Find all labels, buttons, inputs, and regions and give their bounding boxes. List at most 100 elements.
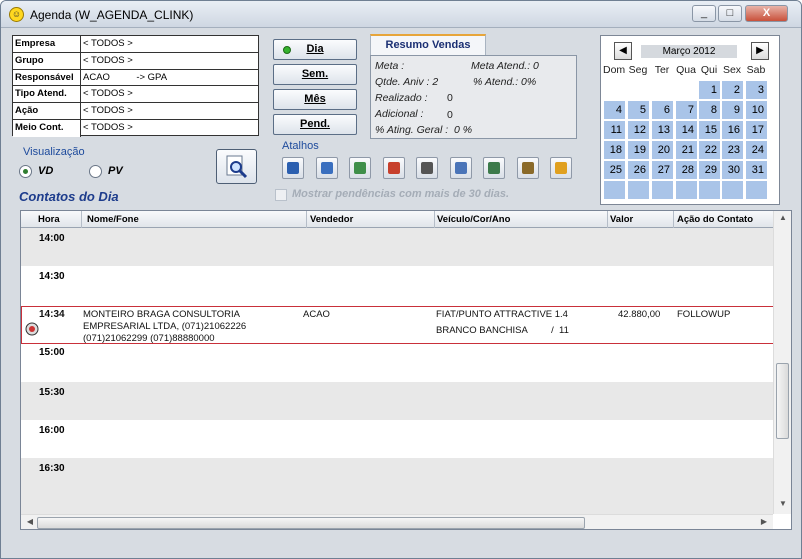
calendar-day[interactable] [604,81,625,99]
vd-radio[interactable] [19,165,32,178]
filter-value[interactable]: < TODOS > [81,103,258,119]
calendar-day[interactable]: 14 [676,121,697,139]
calendar-day[interactable] [676,81,697,99]
col-veiculo[interactable]: Veículo/Cor/Ano [437,214,510,225]
search-button[interactable] [216,149,257,184]
scroll-left-arrow-icon[interactable]: ◀ [24,517,36,529]
calendar-day[interactable]: 11 [604,121,625,139]
title-bar[interactable]: ☺ Agenda (W_AGENDA_CLINK) _ □ X [1,1,801,28]
calendar-day[interactable]: 7 [676,101,697,119]
calendar-day[interactable]: 19 [628,141,649,159]
calendar-day[interactable]: 30 [722,161,743,179]
resumo-vendas-tab[interactable]: Resumo Vendas [370,34,486,55]
calendar-day[interactable]: 2 [722,81,743,99]
shortcut-person-button[interactable] [315,157,338,179]
calendar-day[interactable]: 20 [652,141,673,159]
scroll-right-arrow-icon[interactable]: ▶ [758,517,770,529]
calendar-day[interactable]: 23 [722,141,743,159]
shortcut-calculator-button[interactable] [483,157,505,179]
horizontal-scroll-thumb[interactable] [37,517,585,529]
calendar-day[interactable]: 6 [652,101,673,119]
calendar-day[interactable] [628,181,649,199]
filter-row-empresa[interactable]: Empresa < TODOS > [13,36,258,53]
filter-row-grupo[interactable]: Grupo < TODOS > [13,52,258,70]
calendar-day[interactable]: 22 [699,141,720,159]
close-button[interactable]: X [745,5,788,22]
col-vendedor[interactable]: Vendedor [310,214,353,225]
pending-view-button[interactable]: Pend. [273,114,357,135]
filter-value[interactable]: < TODOS > [81,53,258,69]
calendar-day[interactable]: 17 [746,121,767,139]
shortcut-car-button[interactable] [282,157,304,179]
calendar-day[interactable]: 15 [699,121,720,139]
col-hora[interactable]: Hora [38,214,60,225]
time-slot-row[interactable]: 15:30 [21,382,773,420]
shortcut-coins-button[interactable] [550,157,572,179]
calendar-day[interactable]: 24 [746,141,767,159]
calendar-day[interactable] [652,181,673,199]
filter-row-acao[interactable]: Ação < TODOS > [13,103,258,120]
maximize-button[interactable]: □ [718,5,742,22]
filter-row-tipo-atend[interactable]: Tipo Atend. < TODOS > [13,86,258,104]
scroll-down-arrow-icon[interactable]: ▼ [777,499,789,511]
calendar-day[interactable] [604,181,625,199]
col-separator [673,211,674,228]
filter-value[interactable]: ACAO -> GPA [81,70,258,86]
calendar-day[interactable]: 3 [746,81,767,99]
shortcut-gear-button[interactable] [516,157,539,179]
col-acao[interactable]: Ação do Contato [677,214,753,225]
calendar-day[interactable]: 4 [604,101,625,119]
calendar-day[interactable]: 27 [652,161,673,179]
filter-value[interactable]: < TODOS > [81,120,258,137]
shortcut-card-button[interactable] [382,157,405,179]
time-slot-row[interactable]: 14:30 [21,266,773,306]
calendar-day[interactable]: 16 [722,121,743,139]
time-slot-row[interactable]: 16:00 [21,420,773,458]
month-view-button[interactable]: Mês [273,89,357,110]
scroll-up-arrow-icon[interactable]: ▲ [777,213,789,225]
calendar-day[interactable]: 31 [746,161,767,179]
calendar-day[interactable] [746,181,767,199]
time-slot-row[interactable]: 14:00 [21,228,773,266]
pv-radio[interactable] [89,165,102,178]
calendar-day[interactable] [699,181,720,199]
shortcut-printer-button[interactable] [349,157,371,179]
calendar-day[interactable]: 9 [722,101,743,119]
col-nome-fone[interactable]: Nome/Fone [87,214,139,225]
filter-row-meio-cont[interactable]: Meio Cont. < TODOS > [13,119,258,137]
shortcut-tire-button[interactable] [416,157,438,179]
vertical-scroll-thumb[interactable] [776,363,789,439]
calendar-day[interactable]: 28 [676,161,697,179]
calendar-day[interactable]: 12 [628,121,649,139]
calendar-day[interactable]: 5 [628,101,649,119]
next-month-button[interactable]: ▶ [751,42,769,60]
time-slot-row[interactable]: 15:00 [21,344,773,382]
calendar-day[interactable] [628,81,649,99]
calendar-day[interactable]: 26 [628,161,649,179]
time-slot-row[interactable]: 16:30 [21,458,773,514]
col-valor[interactable]: Valor [610,214,633,225]
prev-month-button[interactable]: ◀ [614,42,632,60]
calendar-day[interactable]: 29 [699,161,720,179]
minimize-button[interactable]: _ [692,5,716,22]
calendar-day[interactable]: 10 [746,101,767,119]
calendar-day[interactable]: 1 [699,81,720,99]
day-view-button[interactable]: Dia [273,39,357,60]
calendar-day[interactable] [676,181,697,199]
calendar-day[interactable]: 13 [652,121,673,139]
week-view-button[interactable]: Sem. [273,64,357,85]
shortcut-chart-button[interactable] [449,157,472,179]
calendar-day[interactable]: 8 [699,101,720,119]
horizontal-scrollbar[interactable]: ◀ ▶ [21,514,773,529]
vertical-scrollbar[interactable]: ▲ ▼ [773,211,791,514]
filter-row-responsavel[interactable]: Responsável ACAO -> GPA [13,69,258,87]
appointment-row[interactable]: 14:34 MONTEIRO BRAGA CONSULTORIA EMPRESA… [21,306,774,344]
calendar-day[interactable] [652,81,673,99]
calendar-day[interactable]: 18 [604,141,625,159]
calendar-day[interactable]: 21 [676,141,697,159]
calendar-day[interactable] [722,181,743,199]
mostrar-pendencias-checkbox[interactable] [275,189,287,201]
filter-value[interactable]: < TODOS > [81,86,258,102]
filter-value[interactable]: < TODOS > [81,36,258,52]
calendar-day[interactable]: 25 [604,161,625,179]
